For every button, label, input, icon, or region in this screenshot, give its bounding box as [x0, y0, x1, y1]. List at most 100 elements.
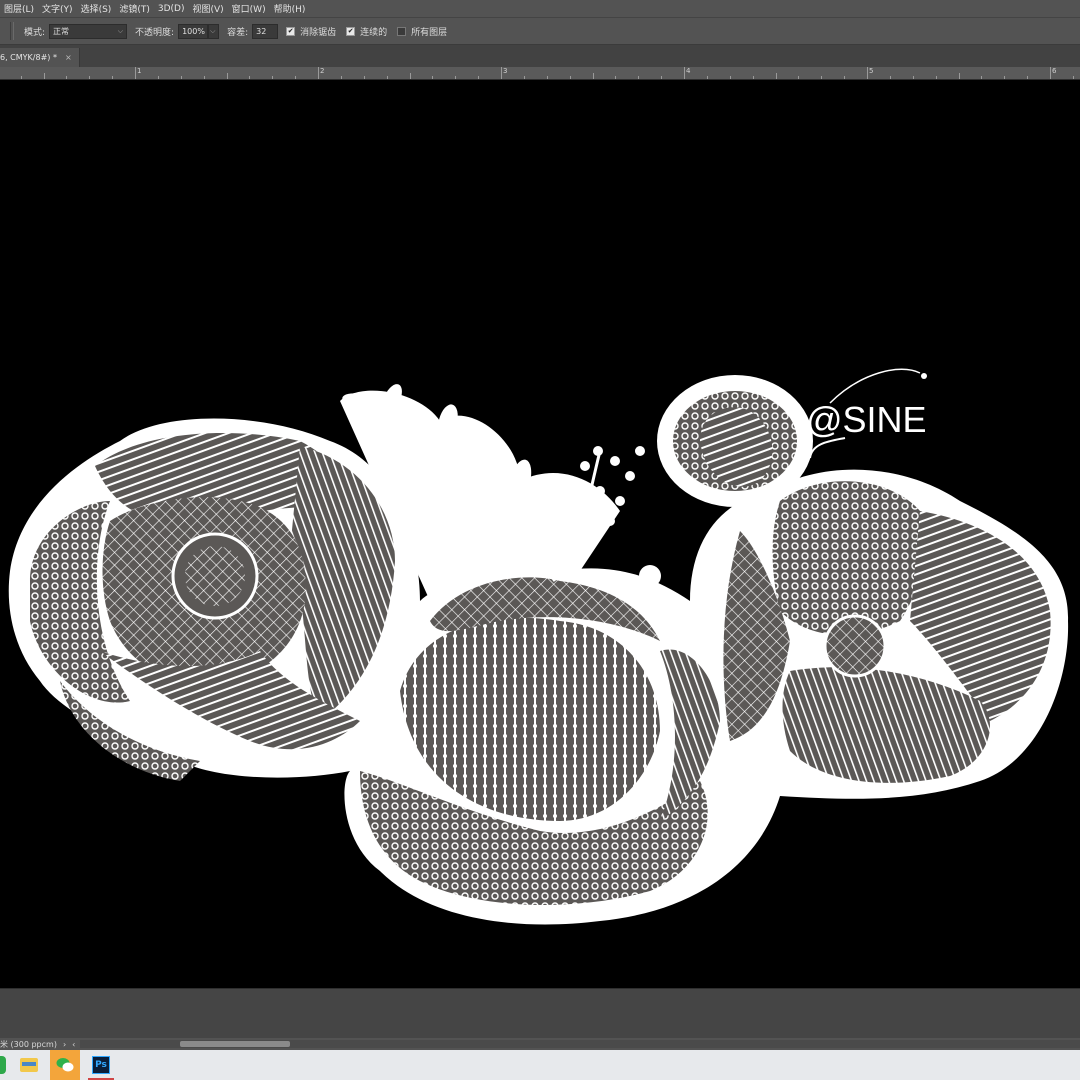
opacity-input[interactable]: 100%	[178, 23, 209, 39]
menu-layer[interactable]: 图层(L)	[0, 2, 38, 15]
all-layers-label: 所有图层	[411, 27, 448, 38]
scrollbar-thumb[interactable]	[180, 1041, 290, 1047]
menu-filter[interactable]: 滤镜(T)	[115, 2, 154, 15]
mode-value: 正常	[53, 26, 70, 36]
options-grip[interactable]	[10, 22, 14, 40]
wechat-icon	[56, 1058, 74, 1072]
ruler-tick	[478, 76, 479, 79]
menu-help[interactable]: 帮助(H)	[270, 2, 310, 15]
contiguous-option[interactable]: ✔ 连续的	[346, 25, 387, 38]
ruler-tick	[547, 76, 548, 79]
ruler-number: 6	[1052, 67, 1057, 75]
ruler-tick	[318, 67, 319, 79]
ruler-tick	[661, 76, 662, 79]
chevron-left-icon[interactable]: ‹	[72, 1040, 75, 1049]
ruler-tick	[272, 76, 273, 79]
mode-label: 模式:	[24, 27, 46, 38]
ruler-tick	[181, 76, 182, 79]
document-tab-title: 6, CMYK/8#) *	[0, 53, 57, 62]
contiguous-checkbox[interactable]: ✔	[346, 26, 356, 36]
ruler-tick	[776, 73, 777, 79]
ruler-tick	[684, 67, 685, 79]
ruler-tick	[1004, 76, 1005, 79]
ruler-tick	[135, 67, 136, 79]
ruler-tick	[66, 76, 67, 79]
all-layers-checkbox[interactable]	[397, 26, 407, 36]
taskbar-photoshop[interactable]: Ps	[86, 1050, 116, 1080]
windows-taskbar: Ps	[0, 1050, 1080, 1080]
ruler-tick	[867, 67, 868, 79]
ruler-tick	[1073, 76, 1074, 79]
ruler-tick	[89, 76, 90, 79]
menu-3d[interactable]: 3D(D)	[154, 4, 189, 14]
ruler-tick	[593, 73, 594, 79]
contiguous-label: 连续的	[360, 27, 388, 38]
ruler-tick	[844, 76, 845, 79]
ruler-tick	[432, 76, 433, 79]
tolerance-input[interactable]: 32	[252, 23, 279, 39]
ruler-tick	[936, 76, 937, 79]
menu-view[interactable]: 视图(V)	[188, 2, 227, 15]
folder-icon	[20, 1058, 38, 1072]
photoshop-icon: Ps	[92, 1056, 110, 1074]
document-info: 米 (300 ppcm)	[0, 1039, 57, 1049]
menu-window[interactable]: 窗口(W)	[228, 2, 270, 15]
opacity-dropdown[interactable]: ⌵	[208, 23, 220, 39]
document-tab-bar: 6, CMYK/8#) * ×	[0, 45, 1080, 67]
ruler-tick	[981, 76, 982, 79]
antialias-checkbox[interactable]: ✔	[286, 26, 296, 36]
all-layers-option[interactable]: 所有图层	[397, 25, 447, 38]
horizontal-ruler[interactable]: 1 2 3 4 5 6	[0, 67, 1080, 80]
taskbar-wechat[interactable]	[50, 1050, 80, 1080]
watermark-text: @SINE	[806, 399, 927, 440]
opacity-label: 不透明度:	[135, 27, 175, 38]
ruler-tick	[1050, 67, 1051, 79]
taskbar-file-explorer[interactable]	[14, 1050, 44, 1080]
ruler-tick	[615, 76, 616, 79]
ruler-tick	[249, 76, 250, 79]
menu-bar: 图层(L) 文字(Y) 选择(S) 滤镜(T) 3D(D) 视图(V) 窗口(W…	[0, 0, 1080, 17]
ruler-tick	[158, 76, 159, 79]
close-icon[interactable]: ×	[65, 53, 72, 62]
ruler-tick	[341, 76, 342, 79]
tolerance-label: 容差:	[227, 27, 249, 38]
ruler-number: 1	[137, 67, 142, 75]
ruler-tick	[112, 76, 113, 79]
ruler-tick	[455, 76, 456, 79]
ruler-tick	[570, 76, 571, 79]
ruler-tick	[753, 76, 754, 79]
ruler-number: 5	[869, 67, 874, 75]
chevron-down-icon: ⌵	[117, 26, 124, 35]
ruler-tick	[913, 76, 914, 79]
ruler-tick	[798, 76, 799, 79]
status-bar: 米 (300 ppcm) › ‹	[0, 1038, 1080, 1050]
ruler-tick	[730, 76, 731, 79]
ruler-number: 4	[686, 67, 691, 75]
ruler-tick	[821, 76, 822, 79]
ruler-tick	[501, 67, 502, 79]
ruler-tick	[21, 76, 22, 79]
chevron-right-icon[interactable]: ›	[63, 1040, 66, 1049]
menu-select[interactable]: 选择(S)	[77, 2, 116, 15]
opacity-value: 100%	[182, 26, 205, 36]
menu-type[interactable]: 文字(Y)	[38, 2, 77, 15]
ruler-number: 2	[320, 67, 325, 75]
pasteboard-area	[0, 988, 1080, 1038]
mode-select[interactable]: 正常 ⌵	[49, 23, 128, 39]
ruler-tick	[524, 76, 525, 79]
ruler-tick	[890, 76, 891, 79]
ruler-tick	[410, 73, 411, 79]
ruler-tick	[364, 76, 365, 79]
antialias-label: 消除锯齿	[300, 27, 337, 38]
ruler-tick	[959, 73, 960, 79]
horizontal-scrollbar[interactable]	[80, 1040, 1080, 1048]
document-canvas[interactable]: @SINE	[0, 81, 1080, 988]
ruler-number: 3	[503, 67, 508, 75]
ruler-tick	[1027, 76, 1028, 79]
tool-options-bar: 模式: 正常 ⌵ 不透明度: 100% ⌵ 容差: 32 ✔ 消除锯齿 ✔ 连续…	[0, 17, 1080, 45]
taskbar-app-edge-icon[interactable]	[0, 1056, 6, 1074]
document-tab[interactable]: 6, CMYK/8#) * ×	[0, 48, 80, 67]
ruler-tick	[638, 76, 639, 79]
chevron-down-icon: ⌵	[210, 26, 216, 35]
antialias-option[interactable]: ✔ 消除锯齿	[286, 25, 336, 38]
